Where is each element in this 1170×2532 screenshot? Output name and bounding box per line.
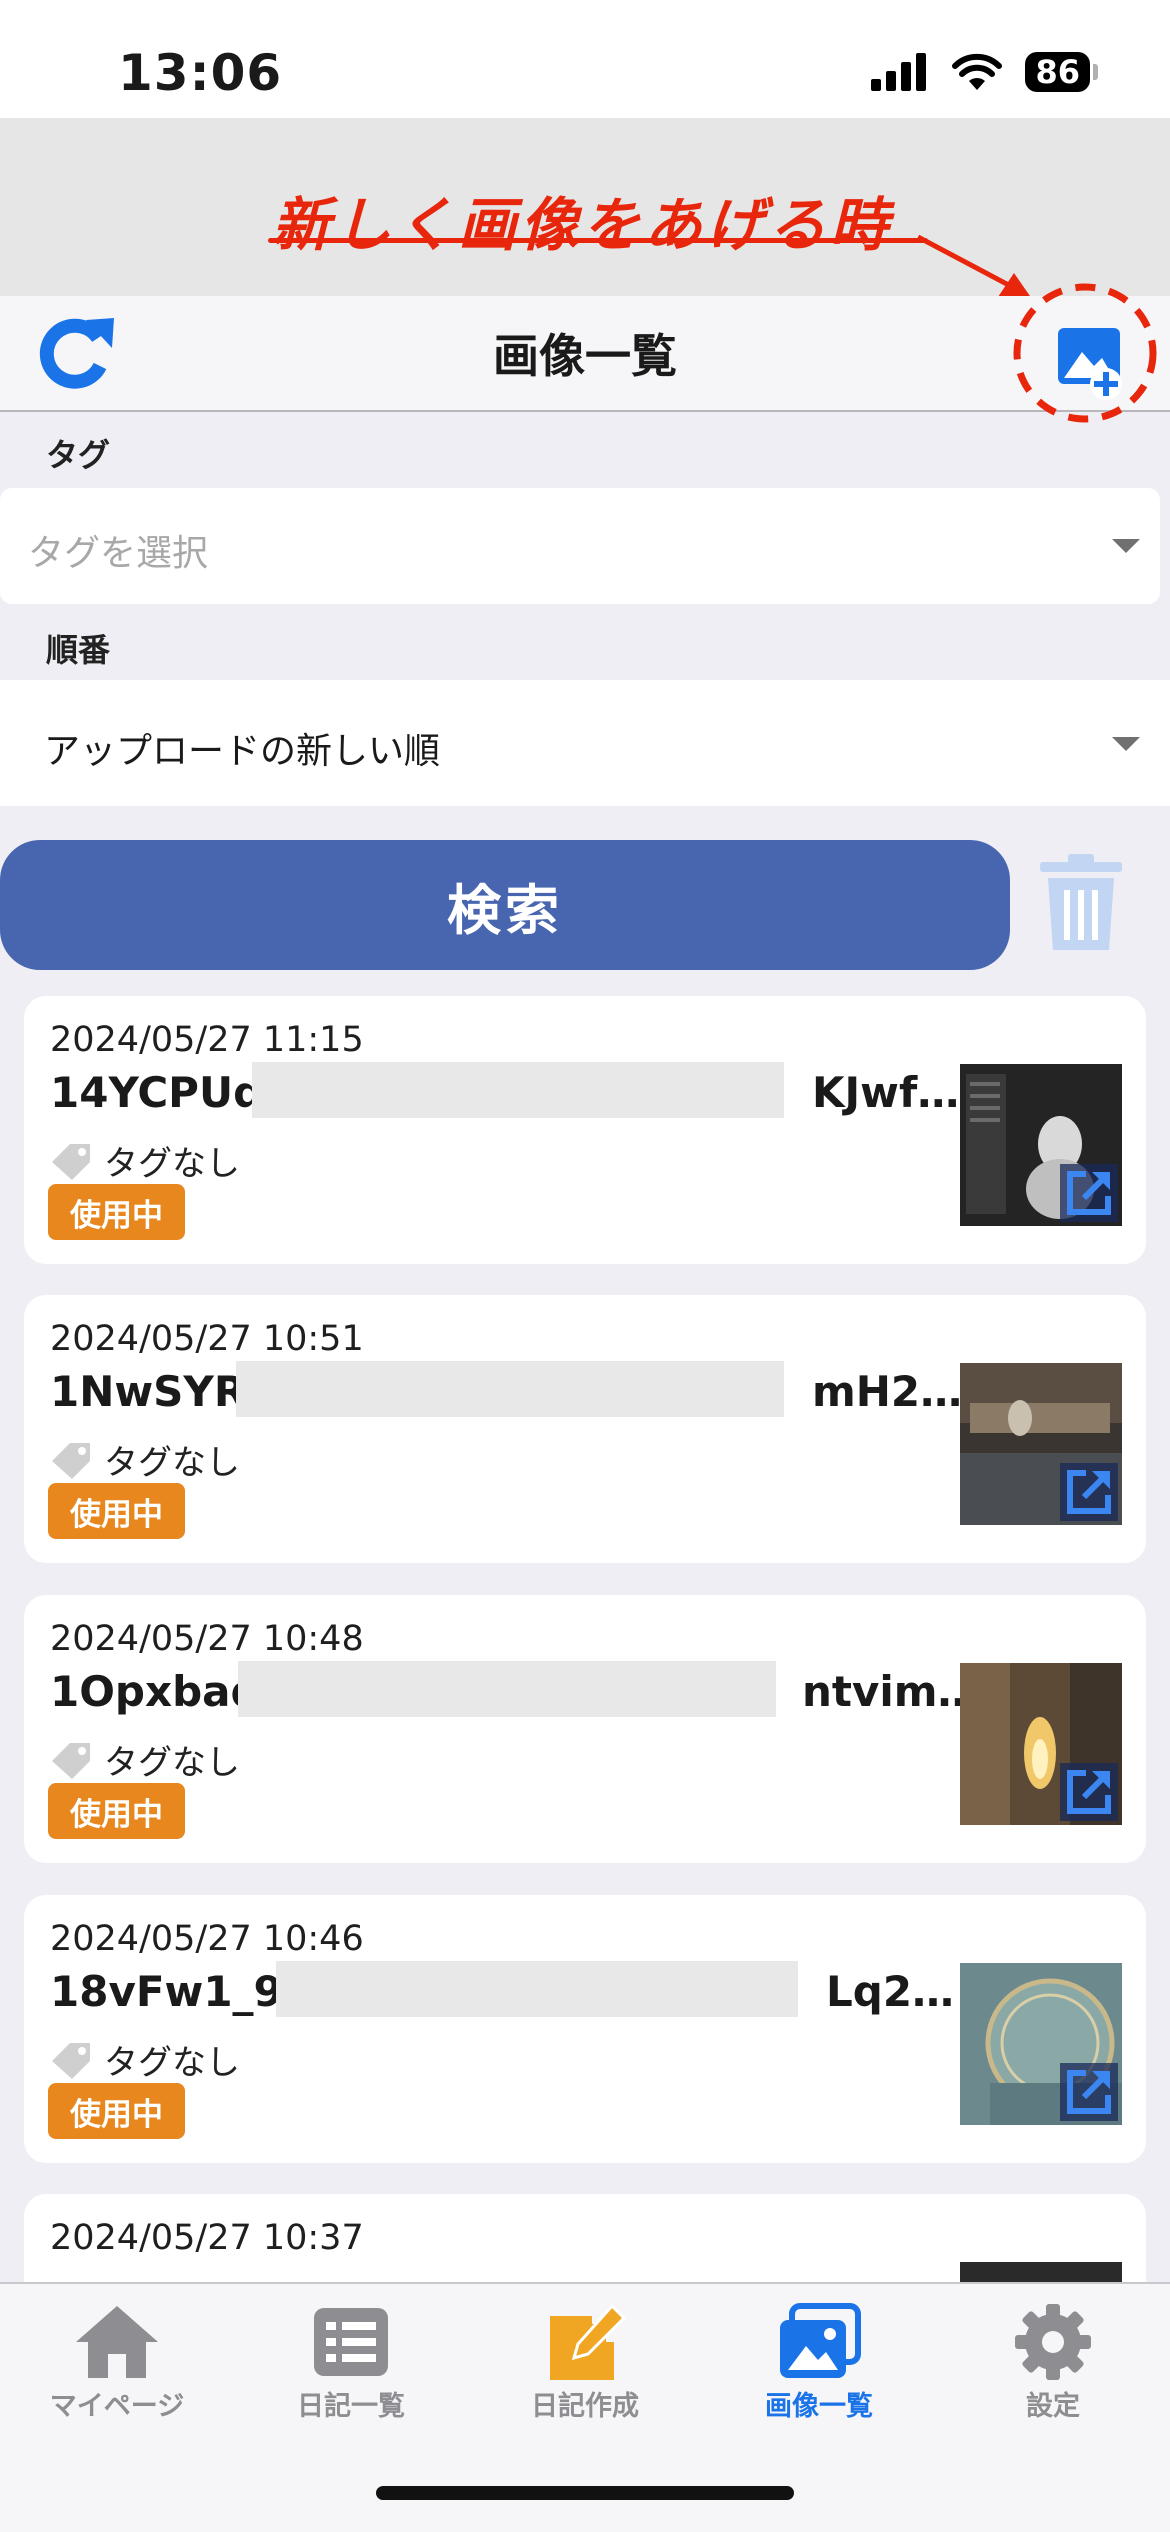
tag-select[interactable]: タグを選択 <box>0 488 1160 604</box>
trash-icon[interactable] <box>1036 852 1126 952</box>
open-external-icon[interactable] <box>1060 2063 1118 2121</box>
tag-icon <box>52 1442 90 1479</box>
card-tag-label: タグなし <box>104 1443 240 1483</box>
tab-diary-list[interactable]: 日記一覧 <box>234 2302 468 2423</box>
card-tag: タグなし <box>50 1136 240 1185</box>
card-title-end: mH2… <box>812 1367 963 1416</box>
page-title: 画像一覧 <box>493 329 677 383</box>
image-card[interactable]: 2024/05/27 10:48 1Opxbad ntvim… タグなし 使用中 <box>24 1595 1146 1863</box>
header: 画像一覧 <box>0 283 1170 423</box>
image-thumbnail[interactable] <box>960 1064 1122 1226</box>
tag-icon <box>52 1143 90 1180</box>
card-date: 2024/05/27 10:46 <box>50 1919 364 1959</box>
tab-image-list[interactable]: 画像一覧 <box>702 2302 936 2423</box>
order-filter-label: 順番 <box>46 631 111 669</box>
order-select[interactable]: アップロードの新しい順 <box>0 680 1170 806</box>
tag-select-placeholder: タグを選択 <box>28 533 209 574</box>
gear-icon <box>1015 2304 1091 2380</box>
tag-filter-label: タグ <box>46 436 111 474</box>
home-icon <box>76 2306 158 2378</box>
card-date: 2024/05/27 10:48 <box>50 1619 364 1659</box>
card-tag-label: タグなし <box>104 1144 240 1184</box>
status-bar: 13:06 86 <box>0 0 1170 118</box>
edit-icon <box>550 2303 627 2380</box>
battery-indicator: 86 <box>1025 52 1098 92</box>
status-time: 13:06 <box>118 44 283 102</box>
tag-icon <box>52 2042 90 2079</box>
image-card[interactable]: 2024/05/27 11:15 14YCPUq KJwf… タグなし 使用中 <box>24 996 1146 1264</box>
annotation-underline <box>268 238 928 243</box>
card-date: 2024/05/27 10:51 <box>50 1319 364 1359</box>
card-tag: タグなし <box>50 2035 240 2084</box>
images-icon <box>780 2303 861 2378</box>
card-tag-label: タグなし <box>104 2043 240 2083</box>
image-card[interactable]: 2024/05/27 10:51 1NwSYR mH2… タグなし 使用中 <box>24 1295 1146 1563</box>
tab-label: 設定 <box>1026 2391 1080 2422</box>
card-title-start: 14YCPUq <box>50 1068 264 1117</box>
status-badge: 使用中 <box>48 2083 185 2139</box>
tab-label: 日記一覧 <box>297 2391 405 2422</box>
card-date: 2024/05/27 11:15 <box>50 1020 364 1060</box>
redaction-block <box>276 1961 798 2017</box>
chevron-down-icon <box>1112 737 1140 751</box>
image-card[interactable]: 2024/05/27 10:46 18vFw1_9 Lq2… タグなし 使用中 <box>24 1895 1146 2163</box>
card-title-end: ntvim… <box>802 1667 970 1716</box>
redaction-block <box>236 1361 784 1417</box>
card-tag-label: タグなし <box>104 1743 240 1783</box>
tab-label: 画像一覧 <box>765 2391 873 2422</box>
open-external-icon[interactable] <box>1060 1763 1118 1821</box>
home-indicator[interactable] <box>376 2486 794 2500</box>
chevron-down-icon <box>1112 539 1140 553</box>
card-title-end: Lq2… <box>826 1967 955 2016</box>
card-title-start: 18vFw1_9 <box>50 1967 283 2016</box>
tab-diary-create[interactable]: 日記作成 <box>468 2302 702 2423</box>
tag-icon <box>52 1742 90 1779</box>
status-indicators: 86 <box>871 52 1098 92</box>
card-date: 2024/05/27 10:37 <box>50 2218 364 2258</box>
search-button[interactable]: 検索 <box>0 840 1010 970</box>
card-tag: タグなし <box>50 1735 240 1784</box>
signal-icon <box>871 53 927 91</box>
image-thumbnail[interactable] <box>960 1363 1122 1525</box>
tab-settings[interactable]: 設定 <box>936 2302 1170 2423</box>
status-badge: 使用中 <box>48 1483 185 1539</box>
list-icon <box>314 2308 388 2376</box>
annotation-text: 新しく画像をあげる時 <box>272 191 893 259</box>
status-badge: 使用中 <box>48 1184 185 1240</box>
order-select-value: アップロードの新しい順 <box>44 731 441 772</box>
image-thumbnail[interactable] <box>960 1663 1122 1825</box>
image-thumbnail[interactable] <box>960 1963 1122 2125</box>
status-badge: 使用中 <box>48 1783 185 1839</box>
open-external-icon[interactable] <box>1060 1164 1118 1222</box>
redaction-block <box>238 1661 776 1717</box>
card-title-start: 1NwSYR <box>50 1367 247 1416</box>
redaction-block <box>252 1062 784 1118</box>
card-title-end: KJwf… <box>812 1068 960 1117</box>
card-tag: タグなし <box>50 1435 240 1484</box>
add-image-button[interactable] <box>1010 278 1160 428</box>
tab-label: マイページ <box>49 2391 185 2422</box>
card-title-start: 1Opxbad <box>50 1667 261 1716</box>
tab-mypage[interactable]: マイページ <box>0 2302 234 2423</box>
tab-label: 日記作成 <box>531 2391 639 2422</box>
open-external-icon[interactable] <box>1060 1463 1118 1521</box>
wifi-icon <box>952 53 1003 90</box>
